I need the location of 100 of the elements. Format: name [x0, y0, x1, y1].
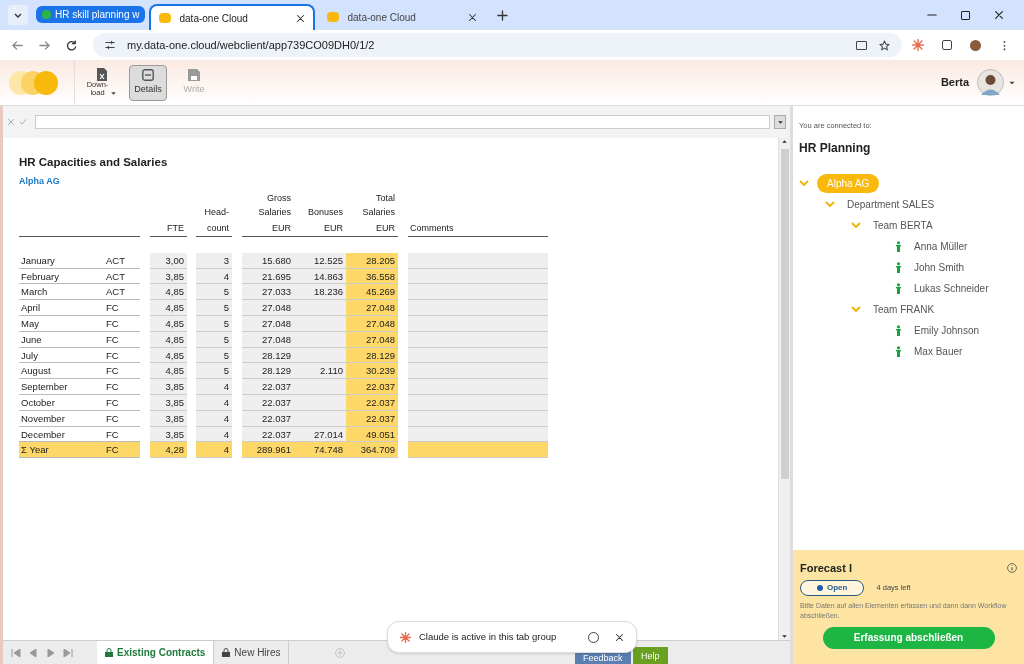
tree-item[interactable]: Lukas Schneider [910, 281, 993, 297]
panel-title: HR Planning [799, 140, 872, 158]
table-cell: 22.037 [242, 379, 294, 395]
table-cell: 27.033 [242, 284, 294, 301]
table-cell: FC [100, 363, 140, 380]
table-cell: 3,85 [150, 379, 187, 395]
table-cell: October [19, 394, 100, 411]
back-icon[interactable] [12, 39, 23, 51]
table-cell: June [19, 331, 100, 348]
close-icon[interactable] [296, 13, 306, 23]
table-cell: 27.048 [346, 300, 398, 316]
table-cell: 3,00 [150, 252, 187, 269]
person-icon [895, 283, 902, 295]
column-header: Comments [408, 196, 548, 237]
install-icon[interactable] [856, 40, 867, 50]
column-header: FTE [150, 196, 187, 237]
browser-tab[interactable]: data-one Cloud [149, 4, 316, 30]
tab-list-button[interactable] [8, 5, 28, 25]
table-cell: 4,85 [150, 300, 187, 316]
new-tab-icon[interactable] [497, 10, 509, 21]
table-cell: 30.239 [346, 363, 398, 380]
column-header: Bonuses EUR [294, 196, 346, 237]
tree-item[interactable]: Emily Johnson [910, 323, 984, 339]
tree-item[interactable]: Team BERTA [869, 218, 937, 234]
table-cell: July [19, 347, 100, 364]
table-cell: 12.525 [294, 252, 346, 269]
profile-icon[interactable] [970, 39, 981, 51]
table-cell: 74.748 [294, 442, 346, 459]
table-cell: 27.048 [242, 300, 294, 316]
table-cell: February [19, 268, 100, 285]
table-cell: ACT [100, 284, 140, 301]
person-icon [895, 241, 902, 253]
table-cell: 4 [196, 442, 232, 459]
table-cell: January [19, 252, 100, 269]
forward-icon[interactable] [39, 39, 50, 51]
user-name[interactable]: Berta [940, 74, 969, 91]
table-cell: 5 [196, 300, 232, 316]
table-cell: August [19, 363, 100, 380]
browser-tab[interactable]: data-one Cloud [319, 4, 486, 30]
table-cell: March [19, 284, 100, 301]
notification-text: Claude is active in this tab group [419, 629, 558, 644]
table-cell: 3 [196, 252, 232, 269]
toolbar-button[interactable]: Details [129, 64, 167, 101]
maximize-icon[interactable] [961, 10, 970, 20]
avatar[interactable] [977, 69, 1004, 96]
table-cell: FC [100, 331, 140, 348]
table-cell: FC [100, 315, 140, 332]
table-cell: September [19, 379, 100, 395]
lock-icon [105, 648, 113, 657]
panel-icon [142, 68, 154, 81]
tree-item[interactable]: John Smith [910, 260, 969, 276]
tree-item[interactable]: Department SALES [843, 197, 939, 213]
report-title: HR Capacities and Salaries [19, 155, 169, 170]
table-cell: Σ Year [19, 442, 100, 459]
person-icon [895, 325, 902, 337]
sparkle-icon [400, 631, 411, 643]
table-cell: 28.205 [346, 252, 398, 269]
workflow-title: Forecast I [800, 561, 852, 576]
info-icon[interactable] [1007, 563, 1017, 574]
reload-icon[interactable] [66, 39, 77, 51]
table-cell: 2.110 [294, 363, 346, 380]
close-icon[interactable] [615, 632, 624, 642]
sparkle-icon[interactable] [912, 39, 924, 51]
table-cell: 18.236 [294, 284, 346, 301]
scrollbar[interactable] [778, 138, 790, 640]
address-field[interactable]: my.data-one.cloud/webclient/app739CO09DH0/1/2 [93, 33, 902, 57]
table-cell [294, 300, 346, 316]
scroll-up-icon[interactable] [781, 138, 788, 145]
table-cell: 28.129 [242, 363, 294, 380]
close-icon[interactable] [468, 12, 478, 22]
column-header: Total Salaries EUR [346, 196, 398, 237]
table-cell: 5 [196, 363, 232, 380]
table-cell: November [19, 410, 100, 427]
column-header: Gross Salaries EUR [242, 196, 294, 237]
app-logo-icon [159, 13, 172, 23]
tree-item[interactable]: Anna Müller [910, 239, 972, 255]
close-icon[interactable] [994, 10, 1004, 20]
report-subtitle: Alpha AG [19, 175, 61, 189]
table-cell: 289.961 [242, 442, 294, 459]
caret-icon[interactable] [110, 90, 118, 97]
sheet-tab[interactable]: New Hires [214, 641, 290, 664]
table-cell: ACT [100, 252, 140, 269]
formula-field[interactable] [35, 115, 770, 129]
dropdown-button[interactable] [774, 115, 786, 129]
tree-item[interactable]: Max Bauer [910, 344, 967, 360]
table-cell: 364.709 [346, 442, 398, 459]
sheet-tab[interactable]: Existing Contracts [97, 641, 215, 664]
table-cell: FC [100, 379, 140, 395]
tab-group-chip[interactable]: HR skill planning w [36, 6, 146, 23]
table-cell: FC [100, 442, 140, 459]
star-icon[interactable] [879, 39, 890, 51]
site-settings-icon[interactable] [105, 40, 115, 50]
tree-item[interactable]: Team FRANK [869, 302, 939, 318]
table-cell: 4 [196, 379, 232, 395]
table-cell: FC [100, 300, 140, 316]
status-badge: Open [800, 579, 865, 596]
person-icon [895, 262, 902, 274]
table-cell: 4,85 [150, 284, 187, 301]
extensions-icon[interactable] [942, 40, 952, 50]
lock-icon [222, 648, 231, 657]
